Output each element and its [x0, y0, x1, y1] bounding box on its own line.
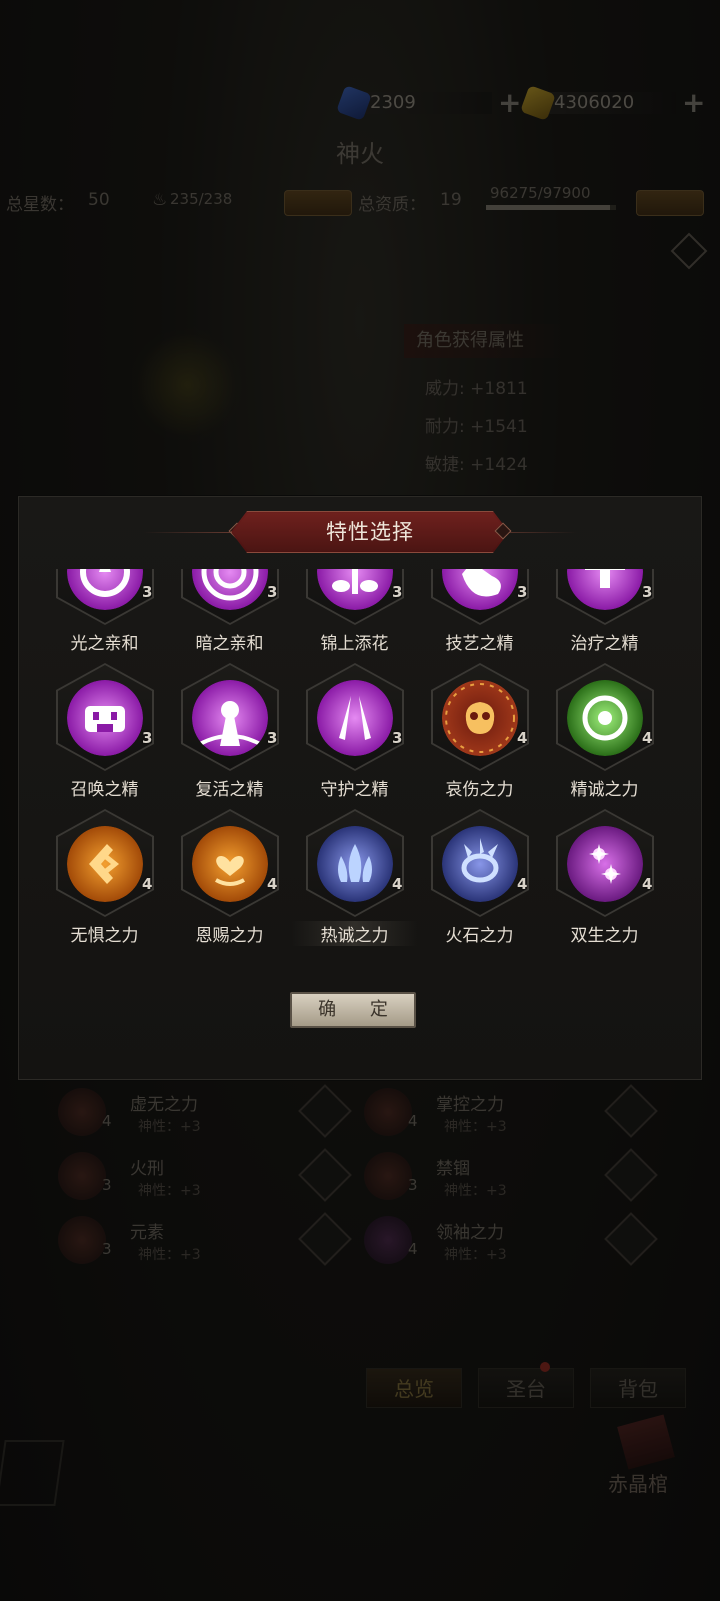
trait-name: 精诚之力	[570, 780, 639, 800]
trait-name: 火石之力	[445, 926, 514, 946]
trait-level: 4	[267, 875, 278, 893]
trait-level: 3	[267, 583, 278, 601]
trait-level: 3	[642, 583, 653, 601]
trait-cell[interactable]: 3 锦上添花	[292, 569, 417, 663]
trait-level: 3	[392, 729, 403, 747]
trait-name: 哀伤之力	[445, 780, 514, 800]
trait-level: 4	[642, 875, 653, 893]
trait-name: 暗之亲和	[195, 634, 264, 654]
zeal-power-icon	[317, 826, 393, 902]
trait-level: 4	[142, 875, 153, 893]
trait-name: 治疗之精	[570, 634, 639, 654]
trait-cell[interactable]: 4 火石之力	[417, 809, 542, 955]
trait-cell[interactable]: 3 治疗之精	[542, 569, 667, 663]
trait-level: 4	[642, 729, 653, 747]
trait-level: 4	[517, 729, 528, 747]
trait-cell[interactable]: 3 光之亲和	[42, 569, 167, 663]
sincerity-power-icon	[567, 680, 643, 756]
trait-name: 守护之精	[320, 780, 389, 800]
trait-cell[interactable]: 4 恩赐之力	[167, 809, 292, 955]
trait-level: 4	[392, 875, 403, 893]
trait-name: 光之亲和	[70, 634, 139, 654]
twin-power-icon	[567, 826, 643, 902]
revive-essence-icon	[192, 680, 268, 756]
trait-grid: 3 光之亲和 3 暗之亲和 3 锦上添花 3 技艺之精 3 治疗之精 3 召唤之…	[19, 569, 703, 965]
trait-name: 热诚之力	[292, 921, 417, 946]
trait-cell[interactable]: 3 复活之精	[167, 663, 292, 809]
confirm-button[interactable]: 确 定	[290, 992, 416, 1028]
trait-name: 双生之力	[570, 926, 639, 946]
trait-cell[interactable]: 4 双生之力	[542, 809, 667, 955]
trait-select-modal: 特性选择 3 光之亲和 3 暗之亲和 3 锦上添花 3 技艺之精 3 治疗之精 …	[18, 496, 702, 1080]
trait-level: 3	[142, 729, 153, 747]
grace-power-icon	[192, 826, 268, 902]
trait-cell[interactable]: 3 技艺之精	[417, 569, 542, 663]
sorrow-power-icon	[442, 680, 518, 756]
guard-essence-icon	[317, 680, 393, 756]
trait-level: 3	[517, 583, 528, 601]
summon-essence-icon	[67, 680, 143, 756]
trait-level: 4	[517, 875, 528, 893]
trait-level: 3	[392, 583, 403, 601]
trait-name: 召唤之精	[70, 780, 139, 800]
trait-cell[interactable]: 4 无惧之力	[42, 809, 167, 955]
trait-name: 恩赐之力	[195, 926, 264, 946]
trait-cell[interactable]: 3 暗之亲和	[167, 569, 292, 663]
fearless-power-icon	[67, 826, 143, 902]
trait-name: 无惧之力	[70, 926, 139, 946]
modal-title: 特性选择	[326, 520, 414, 544]
trait-cell[interactable]: 3 召唤之精	[42, 663, 167, 809]
trait-name: 锦上添花	[320, 634, 389, 654]
trait-name: 技艺之精	[445, 634, 514, 654]
trait-cell[interactable]: 4 哀伤之力	[417, 663, 542, 809]
trait-cell[interactable]: 4 热诚之力	[292, 809, 417, 955]
trait-name: 复活之精	[195, 780, 264, 800]
trait-level: 3	[142, 583, 153, 601]
modal-header: 特性选择	[19, 511, 703, 553]
divider	[143, 532, 243, 533]
trait-level: 3	[267, 729, 278, 747]
flintstone-power-icon	[442, 826, 518, 902]
trait-cell[interactable]: 3 守护之精	[292, 663, 417, 809]
trait-cell[interactable]: 4 精诚之力	[542, 663, 667, 809]
